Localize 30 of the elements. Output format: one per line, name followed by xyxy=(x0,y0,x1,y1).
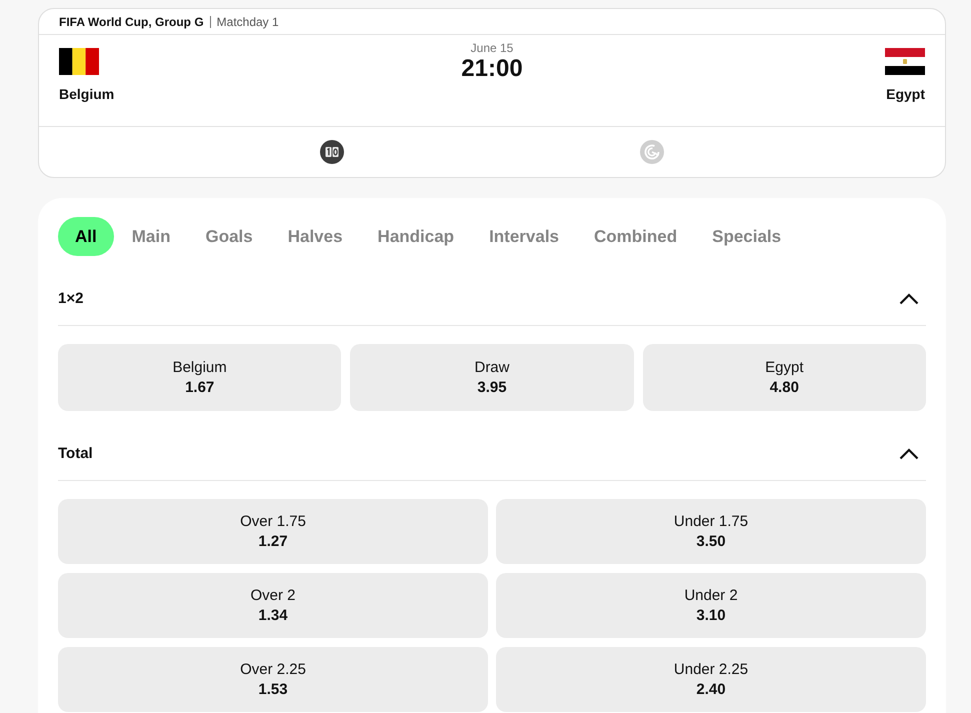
odds-button[interactable]: Belgium 1.67 xyxy=(58,344,342,411)
odds-button[interactable]: Under 2.25 2.40 xyxy=(496,647,926,712)
competition-name: FIFA World Cup, Group G xyxy=(59,14,204,28)
chevron-up-icon[interactable] xyxy=(899,448,919,460)
odds-button[interactable]: Under 2 3.10 xyxy=(496,573,926,638)
odds-button[interactable]: Draw 3.95 xyxy=(350,344,634,411)
filter-tab[interactable]: Main xyxy=(114,217,188,256)
odds-button[interactable]: Over 2 1.34 xyxy=(58,573,488,638)
flag-icon xyxy=(59,48,99,75)
chevron-up-icon[interactable] xyxy=(899,293,919,305)
filter-tab[interactable]: Goals xyxy=(188,217,270,256)
filter-tab[interactable]: All xyxy=(58,217,114,256)
matchday-label: Matchday 1 xyxy=(216,14,279,28)
odds-button[interactable]: Egypt 4.80 xyxy=(642,344,926,411)
flag-icon xyxy=(885,48,925,75)
filter-tab[interactable]: Handicap xyxy=(360,217,472,256)
team-name: Belgium xyxy=(59,85,114,103)
odds-button[interactable]: Over 2.25 1.53 xyxy=(58,647,488,712)
match-time: 21:00 xyxy=(461,55,523,83)
market-title: Total xyxy=(58,444,93,464)
filter-tab[interactable]: Halves xyxy=(270,217,360,256)
market-title: 1×2 xyxy=(58,289,84,309)
filter-tab[interactable]: Combined xyxy=(577,217,694,256)
filter-tab[interactable]: Specials xyxy=(695,217,798,256)
scoreboard-icon[interactable] xyxy=(320,140,344,164)
match-date: June 15 xyxy=(470,41,514,55)
odds-button[interactable]: Under 1.75 3.50 xyxy=(496,499,926,564)
odds-button[interactable]: Over 1.75 1.27 xyxy=(58,499,488,564)
filter-tab[interactable]: Intervals xyxy=(472,217,576,256)
team-name: Egypt xyxy=(886,85,925,103)
